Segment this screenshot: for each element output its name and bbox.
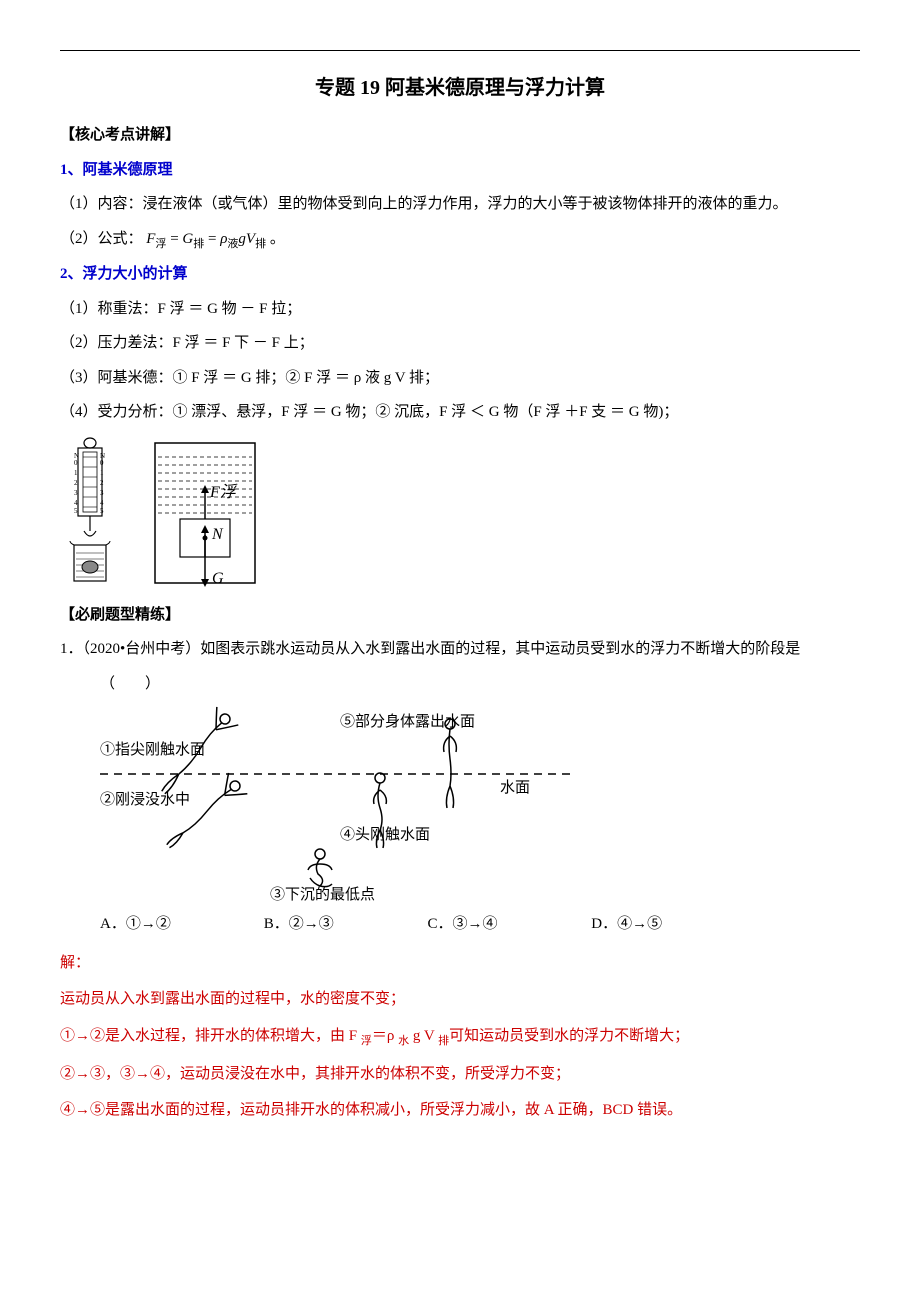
svg-text:2: 2 (100, 479, 104, 487)
diver-diagram-icon: 水面 ⑤部分身体露出水面 ①指尖刚触水面 ②刚浸没水中 ④头刚触水面 ③下沉的最… (100, 704, 570, 904)
svg-text:1: 1 (74, 469, 78, 477)
method-3: （3）阿基米德：① F 浮 ＝ G 排；② F 浮 ＝ ρ 液 g V 排； (60, 364, 860, 393)
solve-label: 解： (60, 949, 860, 978)
sym-G: G (182, 231, 193, 247)
sym-g: g (238, 231, 246, 247)
sym-V: V (246, 231, 255, 247)
option-c: C．③→④ (428, 910, 588, 939)
sym-fu: 浮 (155, 238, 166, 250)
q1-options: A．①→② B．②→③ C．③→④ D．④→⑤ (100, 910, 860, 939)
s2sub2: 水 (398, 1035, 409, 1047)
svg-text:N: N (211, 526, 224, 543)
svg-text:5: 5 (74, 507, 78, 515)
page-title: 专题 19 阿基米德原理与浮力计算 (60, 69, 860, 107)
svg-text:F浮: F浮 (209, 483, 238, 501)
solve-line-2: ①→②是入水过程，排开水的体积增大，由 F 浮＝ρ 水 g V 排可知运动员受到… (60, 1022, 860, 1052)
svg-text:2: 2 (74, 479, 78, 487)
spring-balance-diagram-icon: NN 00 11 22 33 44 55 F浮 N G (60, 435, 280, 595)
formula-prefix: （2）公式： (60, 231, 143, 247)
practice-section-label: 【必刷题型精练】 (60, 601, 860, 630)
sym-eq1: = (170, 231, 182, 247)
q1-stem-line2: （ ） (100, 670, 860, 699)
method-1: （1）称重法：F 浮 ＝ G 物 － F 拉； (60, 295, 860, 324)
svg-text:4: 4 (100, 499, 104, 507)
option-d: D．④→⑤ (591, 910, 751, 939)
svg-text:①指尖刚触水面: ①指尖刚触水面 (100, 741, 205, 758)
svg-text:0: 0 (74, 459, 78, 467)
heading-buoyancy-calc: 2、浮力大小的计算 (60, 260, 860, 289)
svg-text:②刚浸没水中: ②刚浸没水中 (100, 791, 190, 808)
sym-ye: 液 (227, 238, 238, 250)
option-a: A．①→② (100, 910, 260, 939)
svg-text:3: 3 (74, 489, 78, 497)
s2sub1: 浮 (361, 1035, 372, 1047)
option-b: B．②→③ (264, 910, 424, 939)
svg-text:3: 3 (100, 489, 104, 497)
svg-text:0: 0 (100, 459, 104, 467)
q1-stem-line1: 1．（2020•台州中考）如图表示跳水运动员从入水到露出水面的过程，其中运动员受… (60, 635, 860, 664)
svg-text:G: G (212, 570, 224, 587)
top-rule (60, 50, 860, 51)
solve-line-3: ②→③，③→④，运动员浸没在水中，其排开水的体积不变，所受浮力不变； (60, 1060, 860, 1089)
solve-line-1: 运动员从入水到露出水面的过程中，水的密度不变； (60, 985, 860, 1014)
svg-text:1: 1 (100, 469, 104, 477)
content-para-2: （2）公式： F浮 = G排 = ρ液gV排 。 (60, 225, 860, 255)
svg-text:4: 4 (74, 499, 78, 507)
solve-line-4: ④→⑤是露出水面的过程，运动员排开水的体积减小，所受浮力减小，故 A 正确，BC… (60, 1096, 860, 1125)
method-diagram: NN 00 11 22 33 44 55 F浮 N G (60, 435, 280, 595)
sym-pai2: 排 (255, 238, 266, 250)
s2d: 可知运动员受到水的浮力不断增大； (449, 1028, 689, 1044)
sym-eq2: = (208, 231, 220, 247)
s2c: g V (409, 1028, 438, 1044)
q1-diagram: 水面 ⑤部分身体露出水面 ①指尖刚触水面 ②刚浸没水中 ④头刚触水面 ③下沉的最… (100, 704, 570, 904)
svg-text:④头刚触水面: ④头刚触水面 (340, 826, 430, 843)
sym-pai: 排 (193, 238, 204, 250)
content-para-1: （1）内容：浸在液体（或气体）里的物体受到向上的浮力作用，浮力的大小等于被该物体… (60, 190, 860, 219)
svg-text:水面: 水面 (500, 779, 530, 796)
s2sub3: 排 (438, 1035, 449, 1047)
method-4: （4）受力分析：① 漂浮、悬浮，F 浮 ＝ G 物；② 沉底，F 浮 ＜ G 物… (60, 398, 860, 427)
svg-text:③下沉的最低点: ③下沉的最低点 (270, 886, 375, 903)
heading-archimedes: 1、阿基米德原理 (60, 156, 860, 185)
core-section-label: 【核心考点讲解】 (60, 121, 860, 150)
method-2: （2）压力差法：F 浮 ＝ F 下 － F 上； (60, 329, 860, 358)
s2a: ①→②是入水过程，排开水的体积增大，由 F (60, 1028, 361, 1044)
sym-period: 。 (270, 231, 285, 247)
s2b: ＝ρ (372, 1028, 398, 1044)
svg-text:5: 5 (100, 507, 104, 515)
